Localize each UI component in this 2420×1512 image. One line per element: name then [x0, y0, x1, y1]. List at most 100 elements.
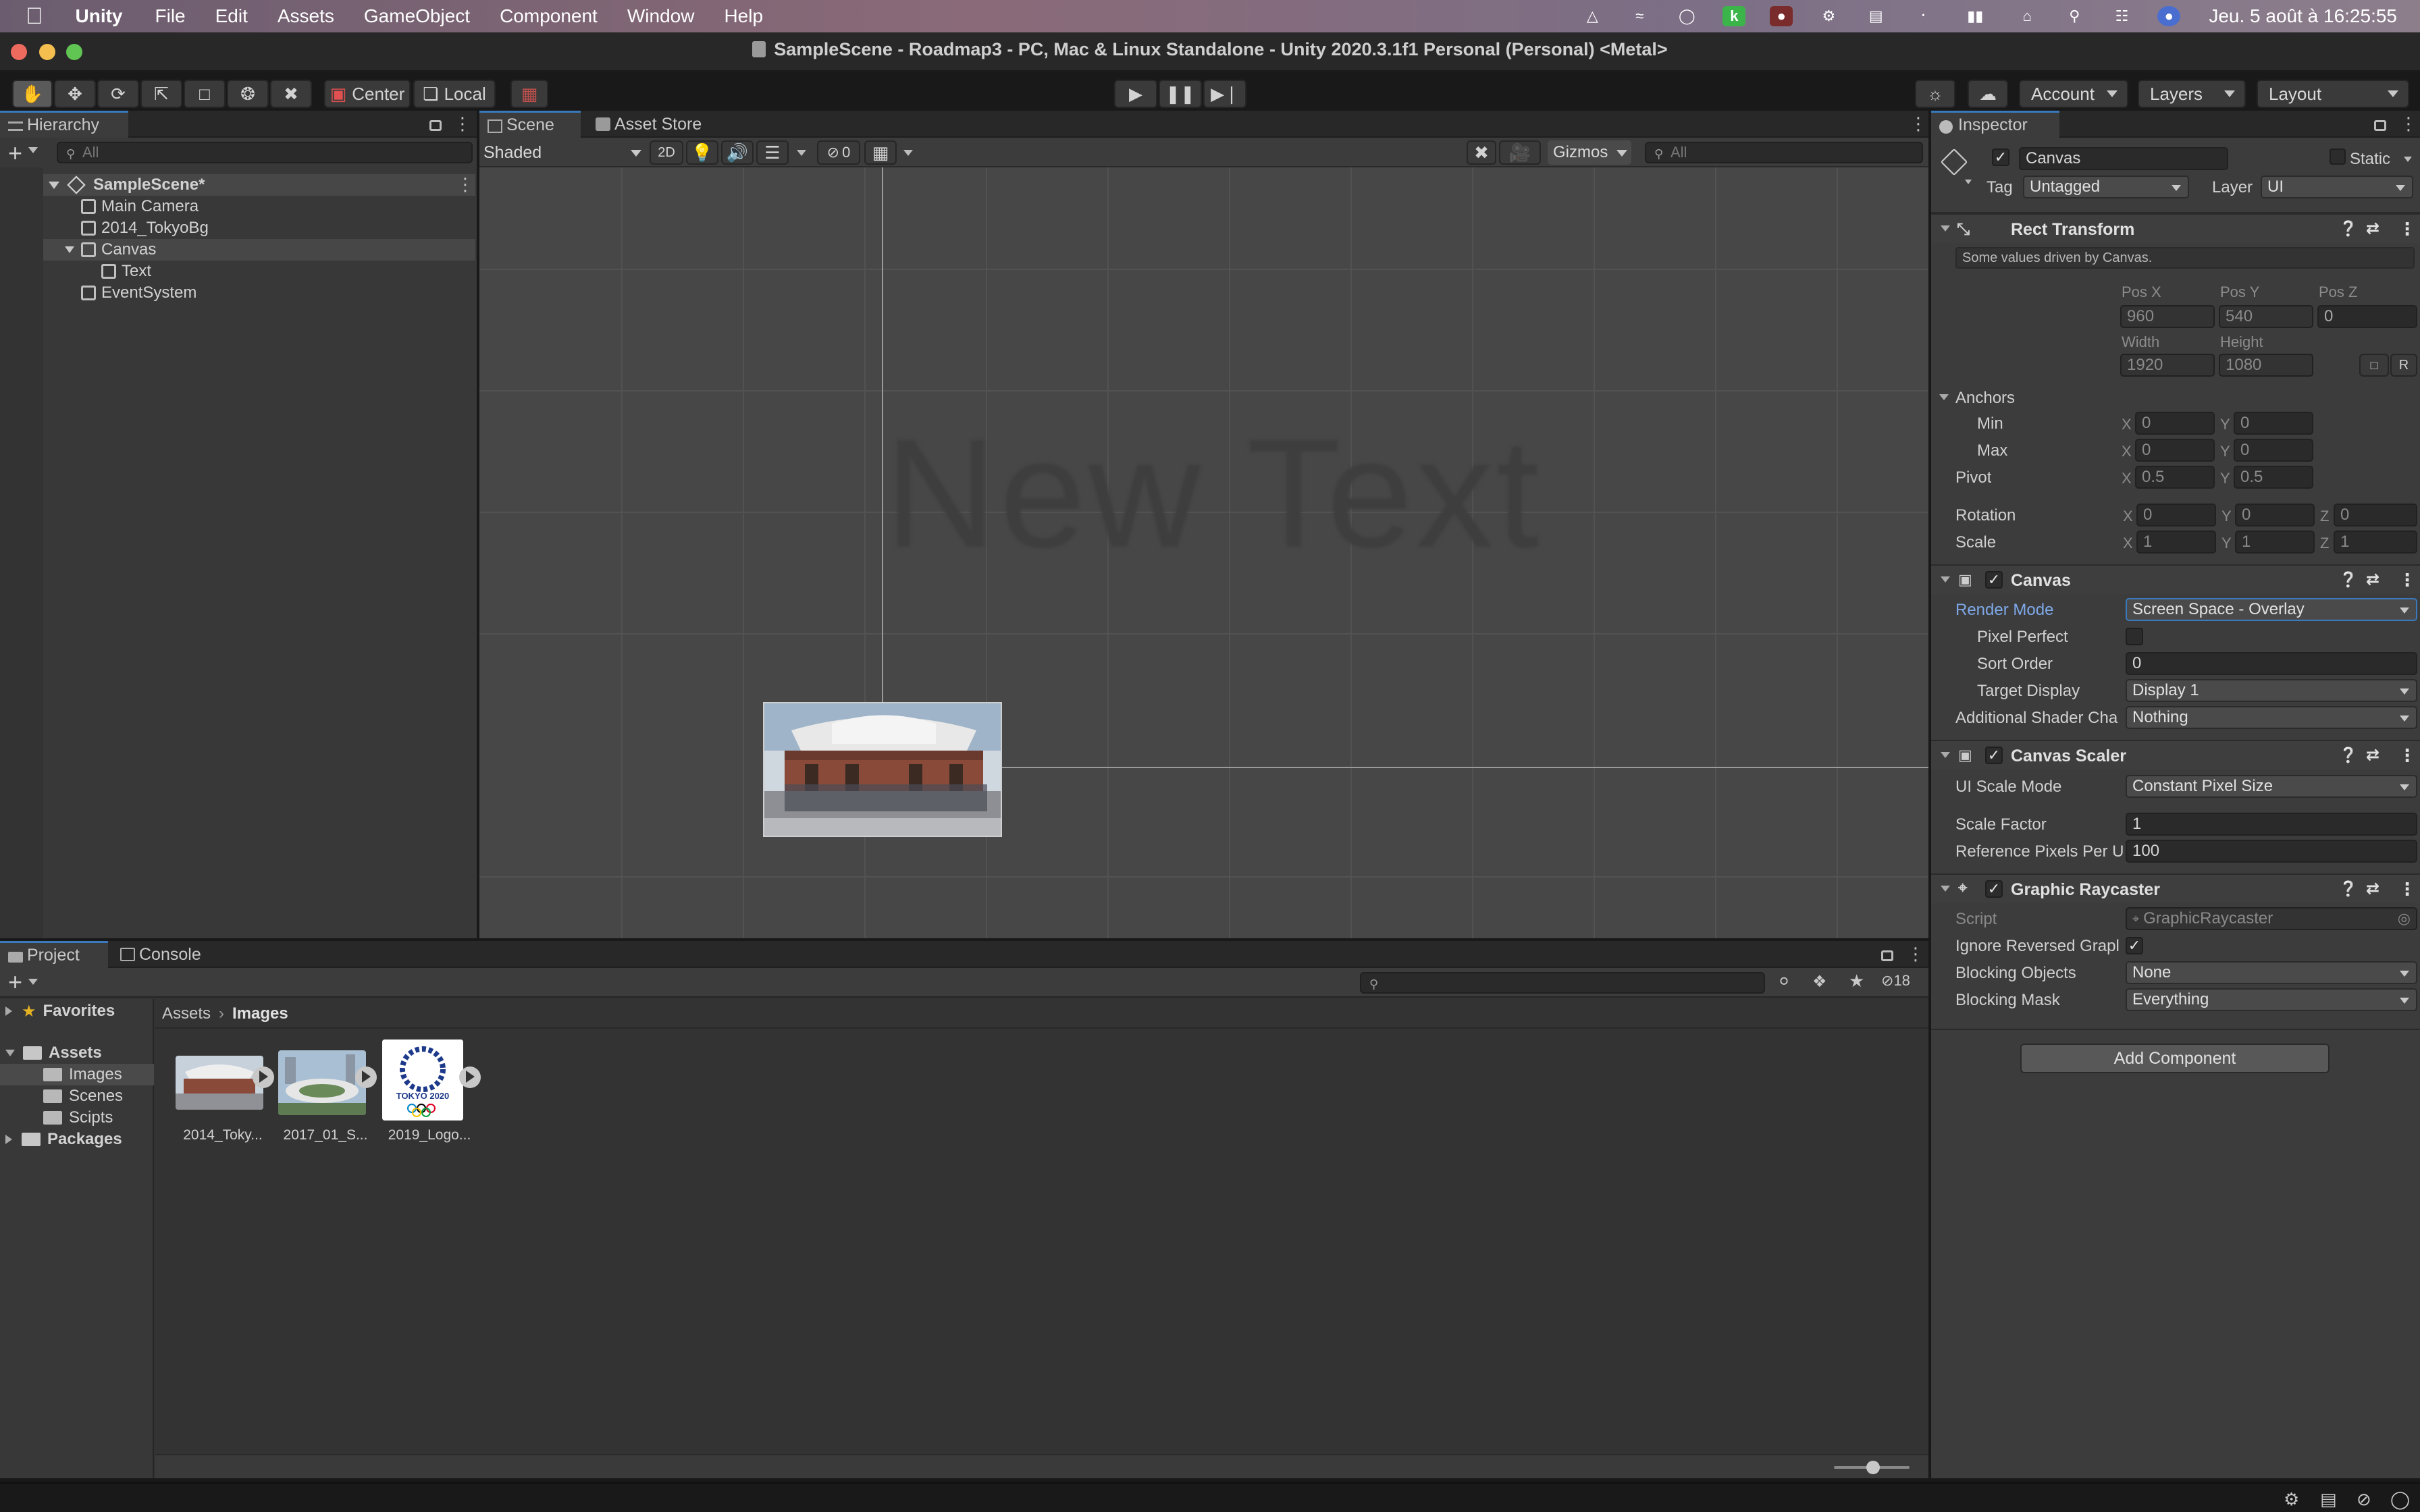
graphic-raycaster-enabled-checkbox[interactable]: ✓: [1985, 880, 2003, 898]
wifi-icon[interactable]: ⌂: [2016, 6, 2038, 26]
component-menu-icon[interactable]: ⋮: [2398, 745, 2416, 766]
collab-button[interactable]: ☼: [1915, 80, 1955, 108]
tree-packages[interactable]: Packages: [5, 1129, 122, 1150]
chevron-down-icon[interactable]: [2404, 157, 2412, 162]
network-icon[interactable]: ▤: [2320, 1489, 2337, 1510]
pause-button[interactable]: ❚❚: [1159, 80, 1202, 108]
hierarchy-row-scene[interactable]: SampleScene* ⋮: [0, 174, 475, 196]
layout-dropdown[interactable]: Layout: [2257, 80, 2409, 108]
camera-settings-button[interactable]: 🎥: [1499, 140, 1541, 165]
rect-tool-button[interactable]: □: [184, 80, 226, 108]
object-picker-icon[interactable]: ◎: [2398, 910, 2411, 927]
rotation-z-field[interactable]: 0: [2334, 504, 2417, 526]
breadcrumb-assets[interactable]: Assets: [162, 1004, 211, 1023]
ui-scale-mode-dropdown[interactable]: Constant Pixel Size: [2126, 775, 2417, 798]
presets-icon[interactable]: ⇄: [2366, 219, 2379, 238]
hierarchy-row-text[interactable]: Text: [0, 261, 475, 282]
scene-search-input[interactable]: ⚲ All: [1645, 142, 1923, 163]
bug-report-icon[interactable]: ⚙: [2284, 1489, 2299, 1510]
search-by-type-icon[interactable]: ⚪: [1777, 972, 1791, 992]
cloud-button[interactable]: ☁: [1968, 80, 2008, 108]
canvas-scaler-header[interactable]: ▣ ✓ Canvas Scaler ❔ ⇄ ⋮: [1931, 740, 2420, 770]
presets-icon[interactable]: ⇄: [2366, 879, 2379, 898]
component-menu-icon[interactable]: ⋮: [2398, 879, 2416, 900]
lighting-toggle[interactable]: 💡: [686, 140, 718, 165]
add-component-button[interactable]: Add Component: [2020, 1044, 2330, 1073]
auto-generate-lighting-icon[interactable]: ⊘: [2357, 1489, 2371, 1510]
audio-toggle[interactable]: 🔊: [721, 140, 754, 165]
breadcrumb-images[interactable]: Images: [232, 1004, 288, 1023]
scene-viewport[interactable]: New Text: [479, 167, 1928, 938]
battery-icon[interactable]: ▮▮: [1959, 6, 1991, 26]
graphic-raycaster-header[interactable]: ⌖ ✓ Graphic Raycaster ❔ ⇄ ⋮: [1931, 873, 2420, 903]
pivot-center-button[interactable]: ▣ Center: [324, 80, 411, 108]
expanded-arrow-icon[interactable]: [1941, 225, 1950, 232]
zoom-slider-thumb[interactable]: [1866, 1461, 1880, 1474]
expanded-arrow-icon[interactable]: [5, 1050, 15, 1056]
asset-tile-logo[interactable]: TOKYO 2020 2019_Logo...: [382, 1040, 481, 1143]
raw-edit-button[interactable]: R: [2390, 354, 2417, 377]
progress-circle-icon[interactable]: ◯: [2390, 1489, 2410, 1510]
expanded-arrow-icon[interactable]: [49, 181, 59, 189]
asset-tile-tokyo-bg[interactable]: 2014_Toky...: [176, 1040, 274, 1143]
unity-tray-icon[interactable]: △: [1581, 6, 1604, 26]
shader-channels-dropdown[interactable]: Nothing: [2126, 706, 2417, 729]
custom-tool-button[interactable]: ✖: [270, 80, 312, 108]
component-menu-icon[interactable]: ⋮: [2398, 570, 2416, 591]
scene-options-icon[interactable]: ⋮: [456, 176, 474, 193]
blocking-mask-dropdown[interactable]: Everything: [2126, 988, 2417, 1011]
lock-icon[interactable]: [429, 120, 442, 131]
effects-toggle[interactable]: ☰: [756, 140, 789, 165]
rect-transform-header[interactable]: ⤡ Rect Transform ❔ ⇄ ⋮: [1931, 213, 2420, 243]
project-search-input[interactable]: ⚲: [1360, 972, 1765, 994]
pos-x-field[interactable]: 960: [2120, 305, 2215, 328]
tree-scenes[interactable]: Scenes: [43, 1085, 123, 1107]
more-options-icon[interactable]: ⋮: [2400, 115, 2417, 132]
hierarchy-row-main-camera[interactable]: Main Camera: [0, 196, 475, 217]
tab-inspector[interactable]: Inspector: [1931, 111, 2059, 138]
layer-dropdown[interactable]: UI: [2261, 176, 2413, 198]
menu-window[interactable]: Window: [627, 5, 695, 27]
presets-icon[interactable]: ⇄: [2366, 745, 2379, 765]
scale-x-field[interactable]: 1: [2136, 531, 2216, 554]
rotation-x-field[interactable]: 0: [2136, 504, 2216, 526]
hand-tool-button[interactable]: ✋: [12, 80, 53, 108]
menu-app-unity[interactable]: Unity: [76, 5, 123, 27]
reference-pixels-field[interactable]: 100: [2126, 840, 2417, 863]
scale-tool-button[interactable]: ⇱: [140, 80, 182, 108]
expanded-arrow-icon[interactable]: [1941, 752, 1950, 758]
ignore-reversed-checkbox[interactable]: ✓: [2126, 937, 2143, 954]
chevron-down-icon[interactable]: [1965, 180, 1972, 184]
apple-icon[interactable]: : [26, 3, 43, 30]
rotate-tool-button[interactable]: ⟳: [97, 80, 139, 108]
keyboard-tray-icon[interactable]: ▤: [1864, 6, 1887, 26]
grid-toggle[interactable]: ▦: [864, 140, 897, 165]
height-field[interactable]: 1080: [2219, 354, 2313, 377]
more-options-icon[interactable]: ⋮: [454, 115, 471, 132]
2d-mode-button[interactable]: 2D: [650, 140, 683, 165]
siri-icon[interactable]: ●: [2157, 6, 2181, 26]
chevron-down-icon[interactable]: [28, 979, 38, 985]
menu-assets[interactable]: Assets: [278, 5, 334, 27]
static-checkbox[interactable]: [2330, 148, 2346, 165]
tab-console[interactable]: Console: [112, 941, 227, 968]
hidden-packages-toggle[interactable]: ⊘18: [1881, 972, 1910, 990]
canvas-component-header[interactable]: ▣ ✓ Canvas ❔ ⇄ ⋮: [1931, 564, 2420, 594]
hidden-objects-toggle[interactable]: ⊘ 0: [817, 140, 860, 165]
tree-favorites[interactable]: ★ Favorites: [5, 1000, 115, 1022]
shading-mode-dropdown[interactable]: Shaded: [483, 140, 646, 165]
tab-asset-store[interactable]: Asset Store: [587, 111, 729, 138]
sort-order-field[interactable]: 0: [2126, 652, 2417, 675]
expanded-arrow-icon[interactable]: [65, 246, 74, 253]
tab-hierarchy[interactable]: Hierarchy: [0, 111, 128, 138]
control-center-icon[interactable]: ☷: [2110, 6, 2133, 26]
gizmos-dropdown[interactable]: Gizmos: [1548, 140, 1631, 165]
tree-scripts[interactable]: Scipts: [43, 1107, 113, 1129]
width-field[interactable]: 1920: [2120, 354, 2215, 377]
add-icon[interactable]: +: [8, 139, 22, 167]
account-dropdown[interactable]: Account: [2019, 80, 2128, 108]
help-icon[interactable]: ❔: [2339, 220, 2357, 238]
pixel-perfect-checkbox[interactable]: [2126, 628, 2143, 645]
menubar-clock[interactable]: Jeu. 5 août à 16:25:55: [2209, 5, 2397, 27]
anchor-max-x-field[interactable]: 0: [2135, 439, 2215, 462]
